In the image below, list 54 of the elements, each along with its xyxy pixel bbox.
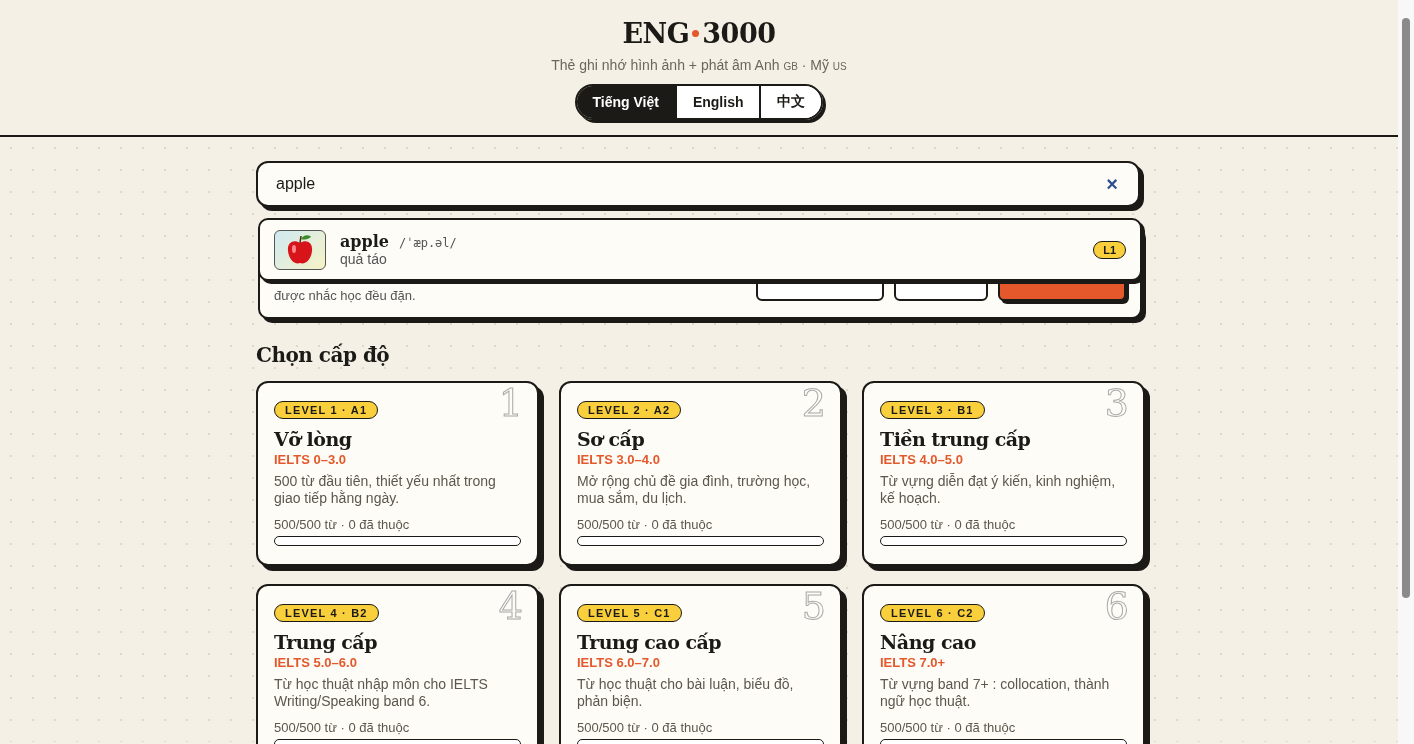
language-tab[interactable]: Tiếng Việt bbox=[576, 86, 675, 118]
level-description: Từ học thuật cho bài luận, biểu đồ, phản biện. bbox=[577, 676, 795, 711]
level-badge: LEVEL 1 · A1 bbox=[274, 401, 379, 419]
scrollbar[interactable] bbox=[1398, 0, 1414, 744]
reminder-text: được nhắc học đều đặn. bbox=[274, 288, 416, 303]
level-number: 4 bbox=[498, 586, 523, 628]
level-number: 2 bbox=[801, 383, 826, 425]
level-title: Vỡ lòng bbox=[274, 428, 352, 450]
progress-text: 500/500 từ · 0 đã thuộc bbox=[577, 517, 713, 532]
level-badge: LEVEL 6 · C2 bbox=[880, 604, 985, 622]
ielts-range: IELTS 6.0–7.0 bbox=[577, 655, 660, 670]
result-ipa: /ˈæp.əl/ bbox=[399, 236, 457, 250]
ielts-range: IELTS 4.0–5.0 bbox=[880, 452, 963, 467]
search-suggestion-menu[interactable]: apple /ˈæp.əl/ quả táo L1 bbox=[258, 218, 1142, 281]
progress-text: 500/500 từ · 0 đã thuộc bbox=[274, 517, 410, 532]
logo-dot-icon bbox=[692, 30, 700, 37]
level-number: 3 bbox=[1104, 383, 1129, 425]
level-title: Trung cao cấp bbox=[577, 631, 722, 653]
level-description: Mở rộng chủ đề gia đình, trường học, mua sắm, du lịch. bbox=[577, 473, 812, 508]
level-badge: LEVEL 2 · A2 bbox=[577, 401, 682, 419]
ielts-range: IELTS 3.0–4.0 bbox=[577, 452, 660, 467]
section-heading: Chọn cấp độ bbox=[256, 343, 391, 367]
level-number: 5 bbox=[801, 586, 826, 628]
progress-text: 500/500 từ · 0 đã thuộc bbox=[274, 720, 410, 735]
clear-button[interactable]: × bbox=[1102, 172, 1122, 196]
logo-text: ENG bbox=[622, 18, 690, 49]
level-description: Từ học thuật nhập môn cho IELTS Writing/Speaking band 6. bbox=[274, 676, 489, 711]
language-tab[interactable]: English bbox=[674, 86, 760, 118]
level-number: 1 bbox=[498, 383, 523, 425]
level-description: Từ vựng band 7+ : collocation, thành ngữ học thuật. bbox=[880, 676, 1111, 711]
level-description: 500 từ đầu tiên, thiết yếu nhất trong giao tiếp hằng ngày. bbox=[274, 473, 497, 508]
ielts-range: IELTS 7.0+ bbox=[880, 655, 946, 670]
progress-text: 500/500 từ · 0 đã thuộc bbox=[577, 720, 713, 735]
level-title: Nâng cao bbox=[880, 631, 976, 653]
level-badge: L1 bbox=[1093, 240, 1126, 259]
level-description: Từ vựng diễn đạt ý kiến, kinh nghiệm, kế hoạch. bbox=[880, 473, 1117, 508]
level-title: Sơ cấp bbox=[577, 428, 645, 450]
scrollbar-thumb[interactable] bbox=[1402, 18, 1410, 598]
ielts-range: IELTS 0–3.0 bbox=[274, 452, 346, 467]
logo-text: 3000 bbox=[702, 18, 776, 49]
progress-text: 500/500 từ · 0 đã thuộc bbox=[880, 517, 1016, 532]
result-word: apple bbox=[340, 232, 389, 251]
apple-photo-placeholder bbox=[274, 229, 326, 270]
level-badge: LEVEL 5 · C1 bbox=[577, 604, 682, 622]
result-meaning: quả táo bbox=[340, 251, 388, 267]
progress-text: 500/500 từ · 0 đã thuộc bbox=[880, 720, 1016, 735]
level-number: 6 bbox=[1104, 586, 1129, 628]
subtitle: Thẻ ghi nhớ hình ảnh + phát âm Anh GB · Mỹ US bbox=[551, 57, 847, 73]
level-title: Tiền trung cấp bbox=[880, 428, 1031, 450]
level-badge: LEVEL 3 · B1 bbox=[880, 401, 985, 419]
ielts-range: IELTS 5.0–6.0 bbox=[274, 655, 357, 670]
language-tab[interactable]: 中文 bbox=[759, 86, 822, 118]
level-title: Trung cấp bbox=[274, 631, 377, 653]
level-badge: LEVEL 4 · B2 bbox=[274, 604, 379, 622]
